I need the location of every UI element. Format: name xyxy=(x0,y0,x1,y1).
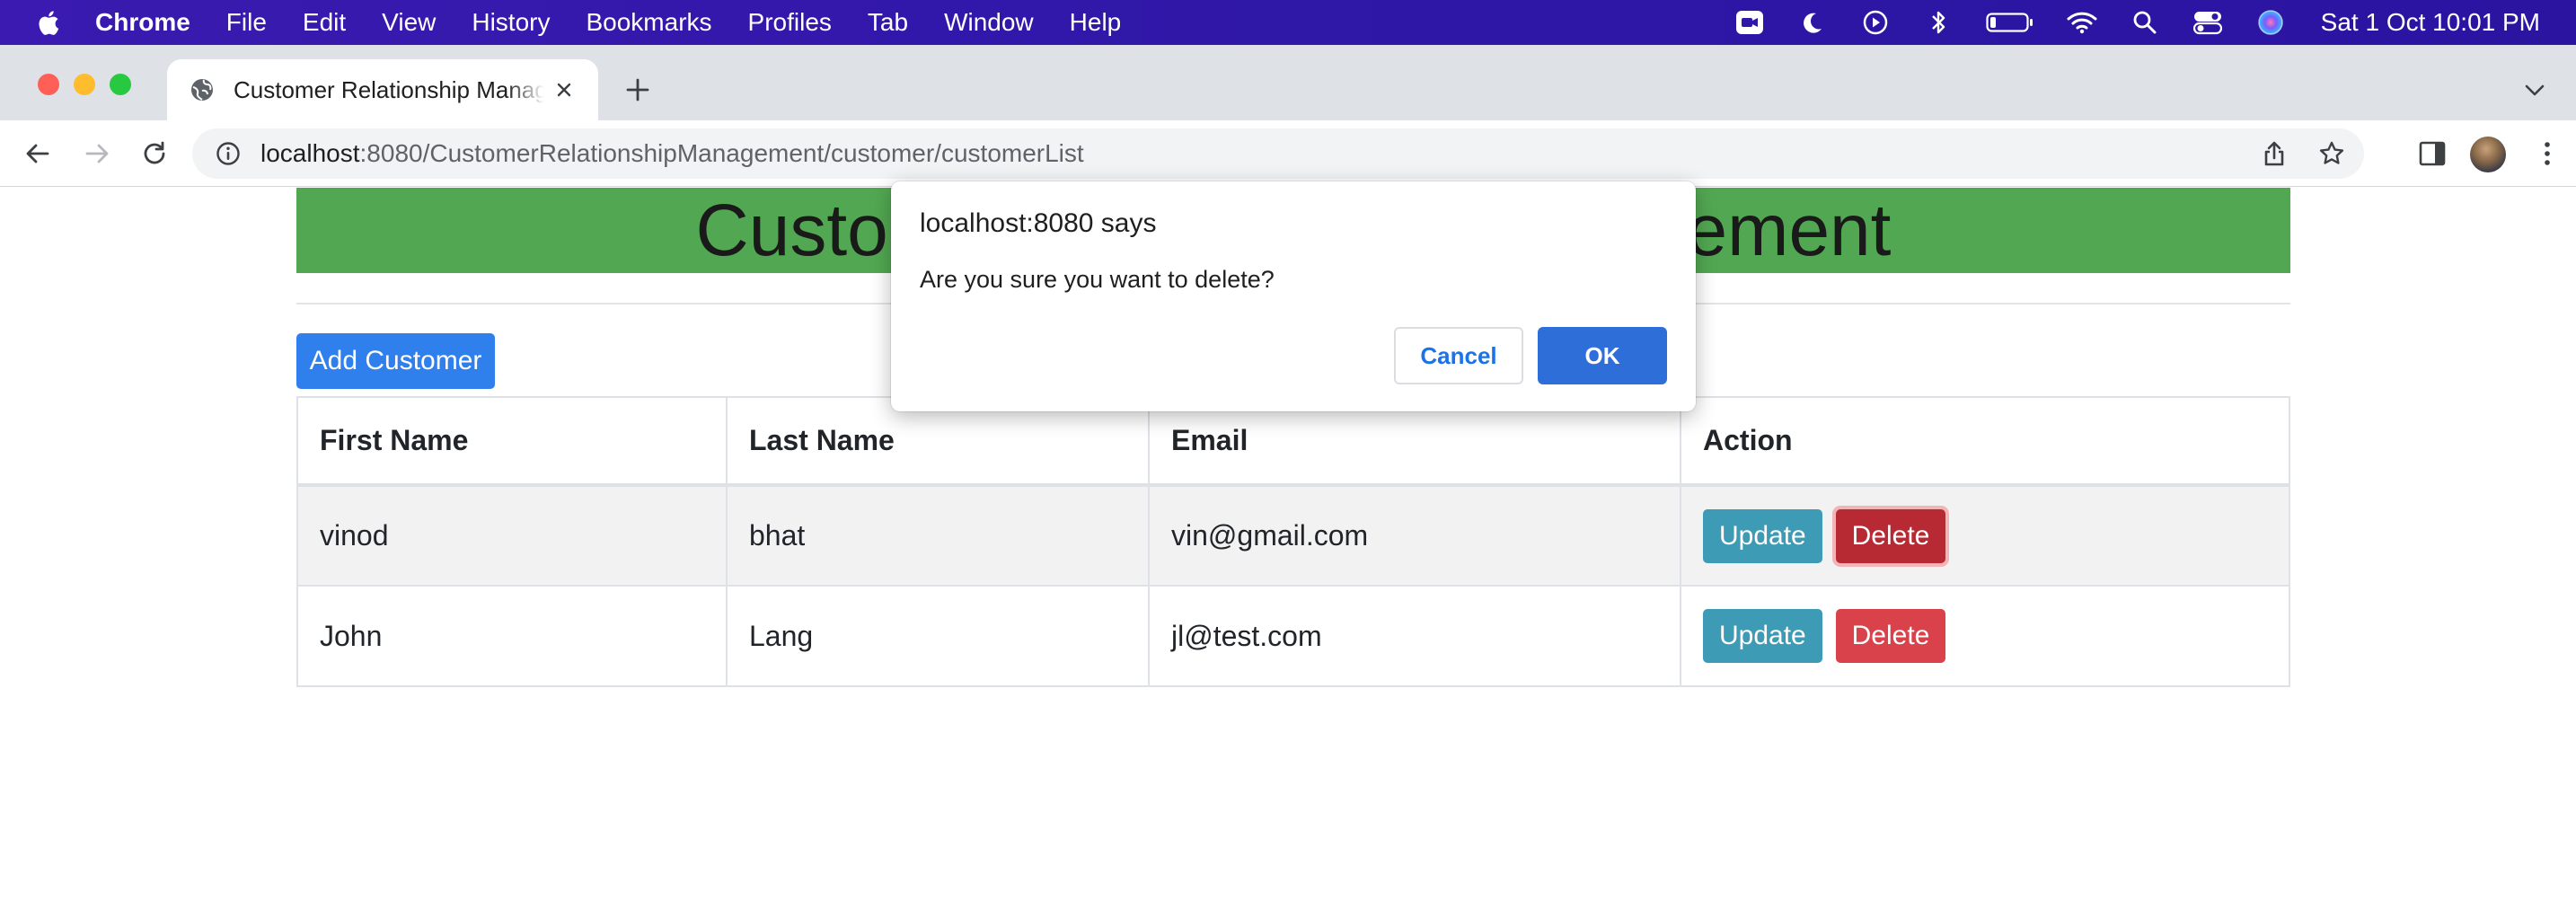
url-host: localhost xyxy=(260,139,360,167)
cell-email: vin@gmail.com xyxy=(1148,484,1681,587)
add-customer-button[interactable]: Add Customer xyxy=(296,333,495,389)
update-button[interactable]: Update xyxy=(1703,508,1822,563)
cell-last-name: Lang xyxy=(726,585,1150,687)
tab-title: Customer Relationship Management xyxy=(234,75,544,103)
window-zoom-button[interactable] xyxy=(110,74,131,95)
play-circle-icon[interactable] xyxy=(1859,6,1892,39)
menu-history[interactable]: History xyxy=(472,8,550,37)
forward-arrow-icon[interactable] xyxy=(79,136,115,172)
battery-icon[interactable] xyxy=(1985,6,2035,39)
browser-toolbar: localhost:8080/CustomerRelationshipManag… xyxy=(0,120,2576,187)
menu-help[interactable]: Help xyxy=(1070,8,1122,37)
macos-menu-bar: Chrome File Edit View History Bookmarks … xyxy=(0,0,2576,45)
cell-last-name: bhat xyxy=(726,484,1150,587)
menu-profiles[interactable]: Profiles xyxy=(748,8,832,37)
cell-action: Update Delete xyxy=(1680,484,2290,587)
delete-button[interactable]: Delete xyxy=(1835,609,1946,663)
url-path: :8080/CustomerRelationshipManagement/cus… xyxy=(359,139,1084,167)
url-text[interactable]: localhost:8080/CustomerRelationshipManag… xyxy=(260,139,1084,168)
tab-search-chevron-icon[interactable] xyxy=(2519,74,2551,106)
table-row: John Lang jl@test.com Update Delete xyxy=(296,585,2290,687)
cell-first-name: vinod xyxy=(296,484,728,587)
moon-icon[interactable] xyxy=(1796,6,1829,39)
back-arrow-icon[interactable] xyxy=(20,136,56,172)
column-header-action: Action xyxy=(1680,396,2290,487)
browser-tab-active[interactable]: Customer Relationship Management xyxy=(167,59,598,120)
cell-email: jl@test.com xyxy=(1148,585,1681,687)
control-center-icon[interactable] xyxy=(2192,6,2224,39)
profile-avatar[interactable] xyxy=(2470,137,2506,172)
dialog-ok-button[interactable]: OK xyxy=(1538,327,1667,384)
siri-icon[interactable] xyxy=(2254,6,2287,39)
share-icon[interactable] xyxy=(2256,136,2292,172)
bluetooth-icon[interactable] xyxy=(1922,6,1954,39)
dialog-title: localhost:8080 says xyxy=(920,208,1157,238)
menu-app-chrome[interactable]: Chrome xyxy=(95,8,190,37)
spotlight-search-icon[interactable] xyxy=(2129,6,2161,39)
update-button[interactable]: Update xyxy=(1703,609,1822,663)
confirm-dialog: localhost:8080 says Are you sure you wan… xyxy=(891,181,1696,411)
menu-view[interactable]: View xyxy=(382,8,436,37)
menu-tab[interactable]: Tab xyxy=(868,8,908,37)
dialog-message: Are you sure you want to delete? xyxy=(920,266,1275,293)
side-panel-icon[interactable] xyxy=(2414,136,2450,172)
cell-action: Update Delete xyxy=(1680,585,2290,687)
reload-icon[interactable] xyxy=(137,136,172,172)
bookmark-star-icon[interactable] xyxy=(2314,136,2350,172)
page-content: Customer Relationship Management Add Cus… xyxy=(0,181,2576,918)
window-minimize-button[interactable] xyxy=(74,74,95,95)
kebab-menu-icon[interactable] xyxy=(2529,136,2565,172)
new-tab-plus-icon[interactable] xyxy=(620,72,656,108)
menubar-clock[interactable]: Sat 1 Oct 10:01 PM xyxy=(2321,8,2540,37)
customer-table: First Name Last Name Email Action vinod … xyxy=(296,396,2290,687)
wifi-icon[interactable] xyxy=(2066,6,2098,39)
menu-bookmarks[interactable]: Bookmarks xyxy=(586,8,711,37)
menu-file[interactable]: File xyxy=(226,8,267,37)
menu-window[interactable]: Window xyxy=(944,8,1034,37)
apple-icon[interactable] xyxy=(34,7,61,38)
facetime-icon[interactable] xyxy=(1734,6,1766,39)
window-close-button[interactable] xyxy=(38,74,59,95)
dialog-cancel-button[interactable]: Cancel xyxy=(1394,327,1523,384)
globe-icon xyxy=(189,76,216,103)
tab-close-icon[interactable] xyxy=(550,75,578,104)
cell-first-name: John xyxy=(296,585,728,687)
column-header-first-name: First Name xyxy=(296,396,728,487)
delete-button[interactable]: Delete xyxy=(1835,508,1946,563)
table-row: vinod bhat vin@gmail.com Update Delete xyxy=(296,484,2290,587)
tab-strip: Customer Relationship Management xyxy=(0,45,2576,120)
site-info-icon[interactable] xyxy=(214,139,243,168)
address-bar[interactable]: localhost:8080/CustomerRelationshipManag… xyxy=(192,128,2364,179)
menu-edit[interactable]: Edit xyxy=(303,8,346,37)
